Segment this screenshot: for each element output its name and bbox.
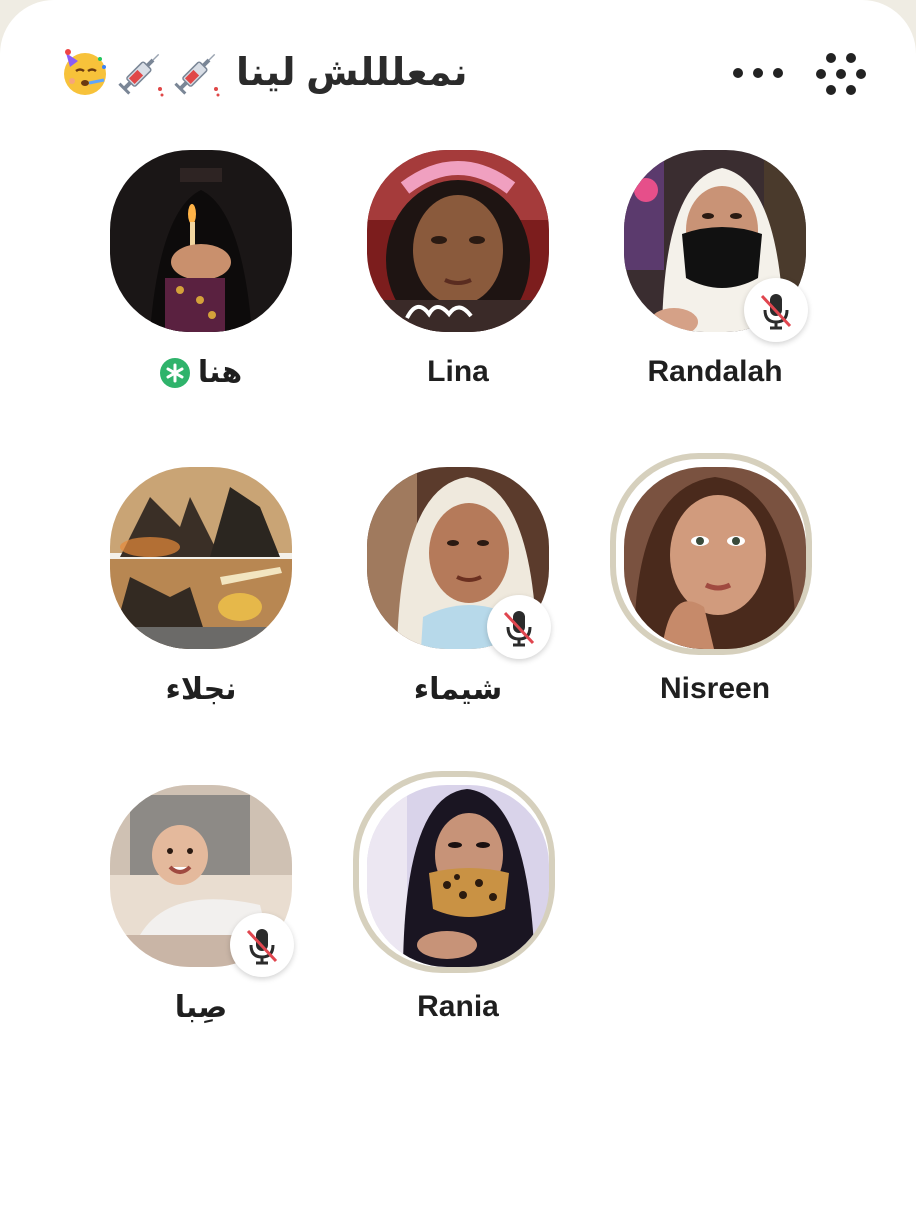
speaker-tile-rania[interactable]: Rania bbox=[337, 771, 577, 1075]
speaker-tile-randalah[interactable]: Randalah bbox=[594, 150, 834, 440]
speaker-name: Rania bbox=[417, 990, 499, 1023]
speaker-tile-najla[interactable]: نجلاء bbox=[80, 467, 320, 757]
speaker-name: شيماء bbox=[413, 673, 503, 706]
syringe-icon bbox=[172, 47, 222, 97]
speaker-tile-shaimaa[interactable]: شيماء bbox=[337, 467, 577, 757]
speaker-name: هنا bbox=[197, 356, 243, 389]
new-user-badge-icon bbox=[159, 357, 190, 388]
avatar bbox=[624, 467, 806, 649]
speaker-name: Lina bbox=[427, 355, 489, 388]
muted-mic-icon bbox=[230, 913, 294, 977]
avatar bbox=[110, 467, 292, 649]
avatar bbox=[367, 150, 549, 332]
room-sheet: نمعلللش لينا هنا Lina Randalah نجلاء شيم… bbox=[0, 0, 916, 1220]
speaker-name: Nisreen bbox=[659, 672, 771, 705]
speaker-name-row: هنا bbox=[80, 355, 322, 390]
room-title-text: نمعلللش لينا bbox=[236, 51, 468, 94]
speaker-tile-lina[interactable]: Lina bbox=[337, 150, 577, 440]
speaker-name: نجلاء bbox=[165, 673, 237, 706]
muted-mic-icon bbox=[487, 595, 551, 659]
muted-mic-icon bbox=[744, 278, 808, 342]
speaker-tile-nisreen[interactable]: Nisreen bbox=[594, 453, 834, 757]
grid-dots-icon bbox=[816, 53, 866, 95]
speaker-tile-hana[interactable]: هنا bbox=[80, 150, 320, 440]
partying-face-icon bbox=[60, 47, 110, 97]
speaker-name: Randalah bbox=[647, 355, 783, 388]
more-options-button[interactable] bbox=[726, 56, 790, 90]
avatar bbox=[367, 785, 549, 967]
speaker-tile-siba[interactable]: صِبا bbox=[80, 785, 320, 1075]
room-header: نمعلللش لينا bbox=[0, 0, 916, 140]
avatar bbox=[110, 150, 292, 332]
speaker-name: صِبا bbox=[174, 991, 228, 1024]
room-menu-button[interactable] bbox=[812, 48, 870, 100]
syringe-icon bbox=[116, 47, 166, 97]
more-dots-icon bbox=[733, 68, 783, 78]
room-title[interactable]: نمعلللش لينا bbox=[60, 40, 468, 104]
